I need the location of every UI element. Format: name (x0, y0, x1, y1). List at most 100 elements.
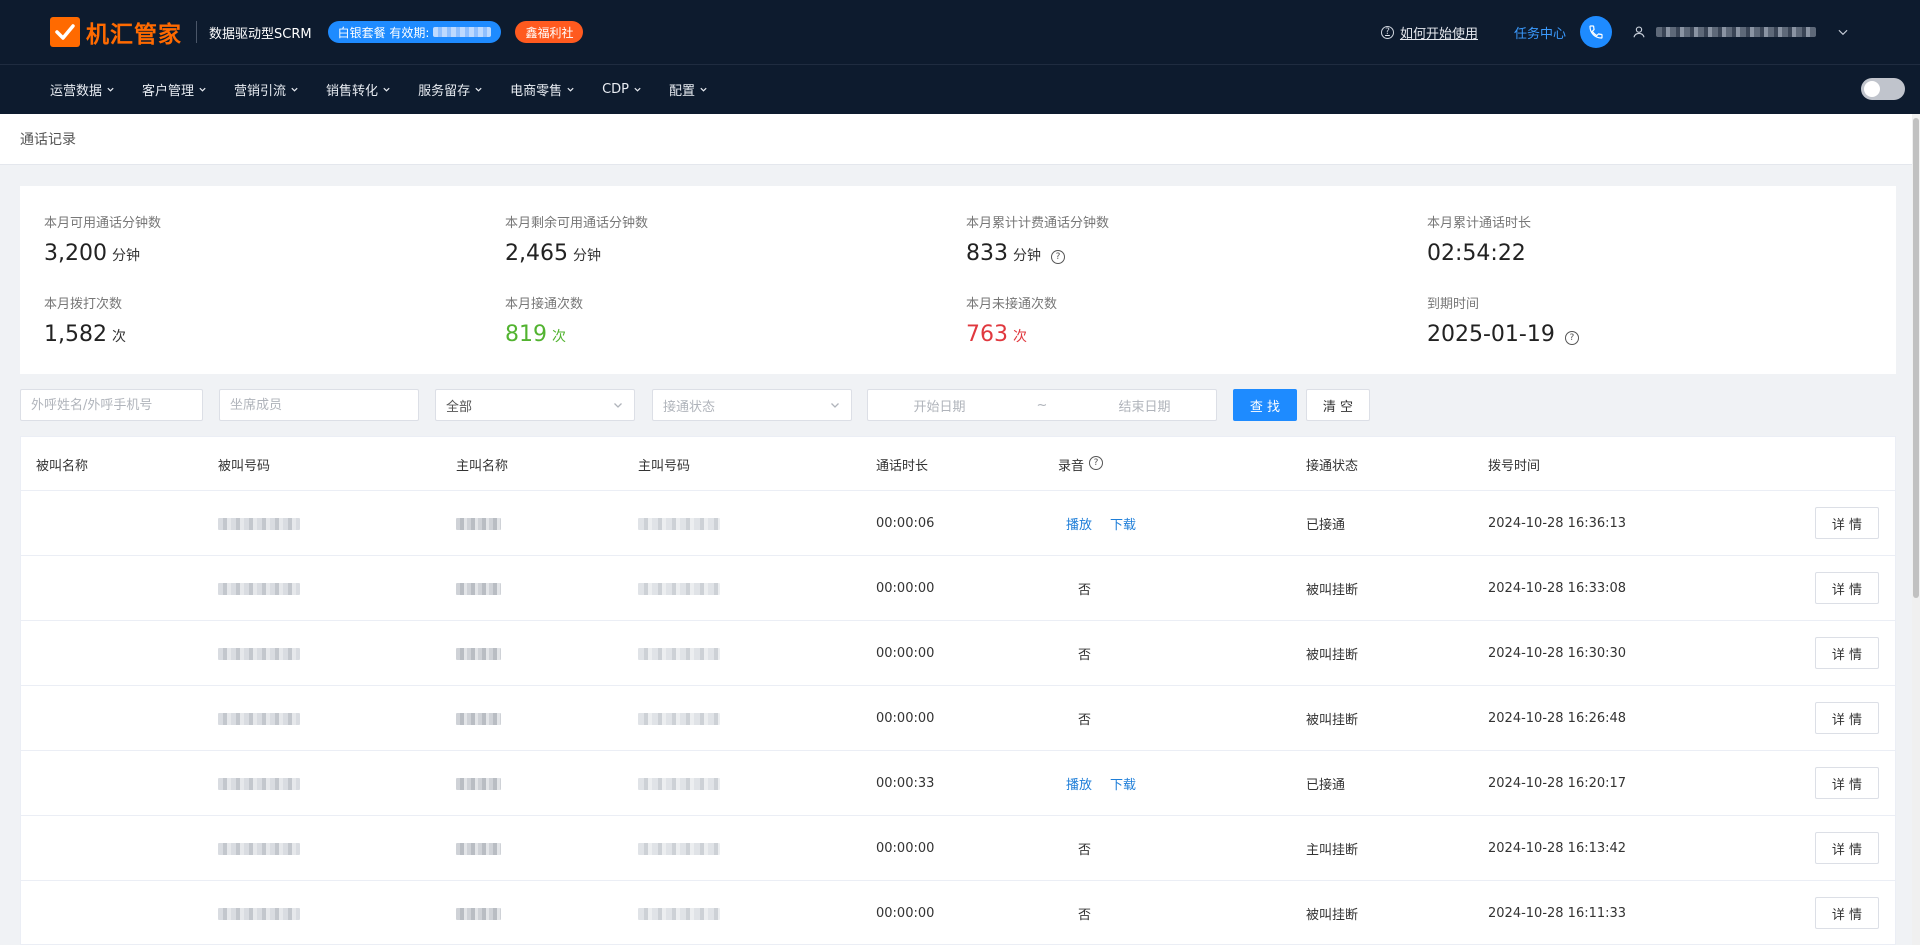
dial-time: 2024-10-28 16:36:13 (1488, 516, 1627, 531)
call-duration: 00:00:00 (876, 841, 935, 856)
recording-actions: 播放 下载 (1058, 751, 1154, 816)
stat-label: 本月接通次数 (505, 297, 584, 312)
stat-number: 2025-01-19 (1427, 322, 1555, 347)
recording-value: 否 (1078, 908, 1092, 923)
task-center-link[interactable]: 任务中心 (1514, 23, 1566, 42)
nav-item-label: 服务留存 (418, 84, 471, 99)
brand-logo[interactable]: 机汇管家 (50, 15, 182, 49)
clear-button[interactable]: 清 空 (1306, 389, 1370, 421)
theme-toggle[interactable] (1861, 78, 1905, 100)
nav-item-label: 营销引流 (234, 84, 287, 99)
call-duration: 00:00:00 (876, 646, 935, 661)
download-recording-link[interactable]: 下载 (1110, 774, 1136, 793)
caller-name-redacted (456, 491, 501, 556)
dial-time: 2024-10-28 16:20:17 (1488, 776, 1627, 791)
nav-item-customers[interactable]: 客户管理 (142, 80, 207, 99)
connect-status: 已接通 (1306, 518, 1346, 533)
dial-time: 2024-10-28 16:11:33 (1488, 906, 1627, 921)
detail-button[interactable]: 详 情 (1815, 637, 1879, 669)
stat-unit: 分钟 (111, 248, 140, 264)
stat-number: 763 (966, 322, 1008, 347)
caller-number-redacted (638, 621, 720, 686)
table-row: 00:00:33 播放 下载 已接通 2024-10-28 16:20:17 详… (21, 751, 1895, 816)
nav-item-operations[interactable]: 运营数据 (50, 80, 115, 99)
recording-value: 否 (1078, 843, 1092, 858)
table-row: 00:00:00 否 被叫挂断 2024-10-28 16:30:30 详 情 (21, 621, 1895, 686)
question-circle-icon[interactable]: ? (1051, 250, 1065, 264)
callee-search-input[interactable] (20, 389, 203, 421)
detail-button[interactable]: 详 情 (1815, 897, 1879, 929)
stat-value: 819 次 (505, 322, 583, 347)
help-link[interactable]: ? 如何开始使用 (1380, 23, 1478, 42)
stat-label: 本月未接通次数 (966, 297, 1058, 312)
question-circle-icon[interactable]: ? (1564, 331, 1579, 345)
stat-number: 3,200 (44, 241, 107, 266)
stat-number: 02:54:22 (1427, 241, 1526, 266)
column-header: 通话时长 (876, 458, 929, 474)
nav-item-marketing[interactable]: 营销引流 (234, 80, 299, 99)
chevron-down-icon (700, 87, 707, 92)
stat-number: 819 (505, 322, 547, 347)
nav-item-label: 配置 (669, 84, 696, 99)
detail-button[interactable]: 详 情 (1815, 507, 1879, 539)
redacted-text (638, 712, 720, 725)
nav-item-label: 运营数据 (50, 84, 103, 99)
connect-status: 主叫挂断 (1306, 843, 1359, 858)
scope-select[interactable]: 全部 (435, 389, 635, 421)
stat-value: 763 次 (966, 322, 1057, 347)
detail-button[interactable]: 详 情 (1815, 832, 1879, 864)
search-button[interactable]: 查 找 (1233, 389, 1297, 421)
detail-button[interactable]: 详 情 (1815, 572, 1879, 604)
start-date-field[interactable]: 开始日期 (914, 396, 966, 415)
chevron-down-icon (383, 87, 390, 92)
stat-total-duration: 本月累计通话时长 02:54:22 (1427, 212, 1531, 266)
nav-item-retention[interactable]: 服务留存 (418, 80, 483, 99)
column-header: 被叫号码 (218, 458, 271, 474)
user-menu[interactable] (1632, 25, 1850, 39)
column-header: 接通状态 (1306, 458, 1359, 474)
nav-item-ecommerce[interactable]: 电商零售 (510, 80, 575, 99)
detail-button[interactable]: 详 情 (1815, 767, 1879, 799)
welfare-badge[interactable]: 鑫福利社 (515, 21, 584, 43)
table-row: 00:00:00 否 被叫挂断 2024-10-28 16:26:48 详 情 (21, 686, 1895, 751)
package-badge[interactable]: 白银套餐 有效期: (327, 21, 502, 43)
nav-item-sales[interactable]: 销售转化 (326, 80, 391, 99)
caller-number-redacted (638, 686, 720, 751)
package-expiry-redacted (433, 27, 492, 37)
date-range-picker[interactable]: 开始日期 ~ 结束日期 (867, 389, 1217, 421)
nav-item-config[interactable]: 配置 (669, 80, 708, 99)
connect-status: 被叫挂断 (1306, 583, 1359, 598)
play-recording-link[interactable]: 播放 (1066, 774, 1092, 793)
detail-button[interactable]: 详 情 (1815, 702, 1879, 734)
chevron-down-icon (1838, 29, 1848, 36)
table-row: 00:00:00 否 被叫挂断 2024-10-28 16:33:08 详 情 (21, 556, 1895, 621)
redacted-text (638, 777, 720, 790)
redacted-text (218, 842, 300, 855)
stat-unit: 次 (552, 329, 566, 345)
agent-input[interactable] (219, 389, 419, 421)
status-select[interactable]: 接通状态 (652, 389, 852, 421)
connect-status: 已接通 (1306, 778, 1346, 793)
page-scrollbar-thumb[interactable] (1913, 118, 1919, 598)
nav-item-label: 客户管理 (142, 84, 195, 99)
question-circle-icon[interactable]: ? (1089, 456, 1104, 470)
callee-number-redacted (218, 816, 300, 881)
redacted-text (218, 712, 300, 725)
caller-name-redacted (456, 556, 501, 621)
play-recording-link[interactable]: 播放 (1066, 514, 1092, 533)
connect-status: 被叫挂断 (1306, 648, 1359, 663)
caller-name-redacted (456, 686, 501, 751)
phone-button[interactable] (1580, 16, 1612, 48)
redacted-text (638, 517, 720, 530)
end-date-field[interactable]: 结束日期 (1118, 396, 1170, 415)
help-link-label: 如何开始使用 (1399, 26, 1478, 42)
download-recording-link[interactable]: 下载 (1110, 514, 1136, 533)
nav-item-cdp[interactable]: CDP (602, 82, 642, 97)
redacted-text (456, 517, 501, 530)
chevron-down-icon (567, 87, 574, 92)
stat-value: 2025-01-19? (1427, 322, 1579, 347)
stat-label: 本月累计通话时长 (1427, 216, 1532, 231)
nav-item-label: 电商零售 (510, 84, 563, 99)
header-actions: ? 如何开始使用 任务中心 (1380, 0, 1850, 64)
chevron-down-icon (614, 403, 622, 408)
